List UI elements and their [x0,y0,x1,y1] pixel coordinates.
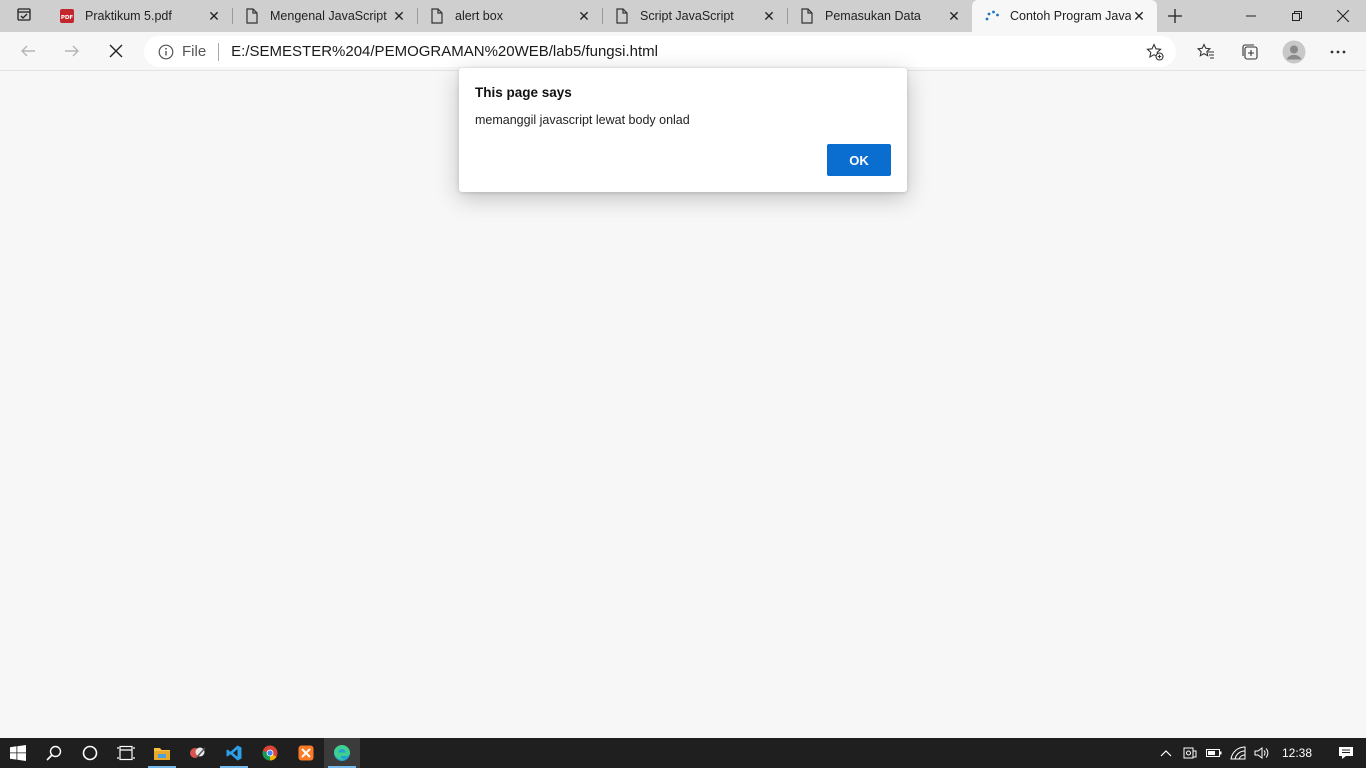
edge-icon [334,745,350,761]
speaker-icon [1254,747,1269,759]
tab-title: Mengenal JavaScript [270,9,387,23]
tab-praktikum-pdf[interactable]: PDF Praktikum 5.pdf ✕ [47,0,232,32]
device-icon [1183,747,1197,759]
vscode-icon [226,745,242,761]
close-tab-icon[interactable]: ✕ [576,8,592,24]
taskbar-apps [0,738,360,768]
show-hidden-icons-button[interactable] [1154,738,1178,768]
tab-script-javascript[interactable]: Script JavaScript ✕ [602,0,787,32]
tray-device-button[interactable] [1178,738,1202,768]
close-window-button[interactable] [1320,0,1366,32]
stop-loading-button[interactable] [94,33,138,69]
volume-button[interactable] [1250,738,1274,768]
collections-button[interactable] [1228,34,1272,70]
wifi-icon [1230,746,1246,760]
page-icon [429,8,445,24]
taskbar-xampp[interactable] [288,738,324,768]
alert-dialog: This page says memanggil javascript lewa… [459,68,907,192]
tab-actions-button[interactable] [0,0,47,32]
file-explorer-icon [154,748,170,760]
cortana-button[interactable] [72,738,108,768]
page-icon [244,8,260,24]
forward-arrow-icon [65,45,79,57]
close-icon [1337,10,1349,22]
minimize-icon [1246,15,1256,17]
snipping-icon [190,747,206,758]
settings-more-button[interactable] [1316,34,1360,70]
tab-title: Pemasukan Data [825,9,921,23]
back-arrow-icon [21,45,35,57]
tab-title: alert box [455,9,503,23]
tab-title: Contoh Program JavaScript [1010,9,1131,23]
tab-title: Praktikum 5.pdf [85,9,172,23]
info-icon[interactable] [158,44,174,60]
svg-text:PDF: PDF [61,15,74,21]
toolbar-right [1184,32,1366,71]
taskbar-edge[interactable] [324,738,360,768]
restore-button[interactable] [1274,0,1320,32]
url-text[interactable]: E:/SEMESTER%204/PEMOGRAMAN%20WEB/lab5/fu… [231,43,658,60]
tab-pemasukan-data[interactable]: Pemasukan Data ✕ [787,0,972,32]
page-icon [799,8,815,24]
dialog-title: This page says [475,85,572,100]
browser-toolbar: File E:/SEMESTER%204/PEMOGRAMAN%20WEB/la… [0,32,1366,71]
tab-mengenal-javascript[interactable]: Mengenal JavaScript ✕ [232,0,417,32]
back-button[interactable] [6,33,50,69]
url-scheme-label: File [182,43,207,60]
ok-button[interactable]: OK [827,144,891,176]
action-center-button[interactable] [1326,738,1366,768]
window-controls [1228,0,1366,32]
chevron-up-icon [1160,750,1172,757]
tab-actions-icon [16,6,32,27]
tab-contoh-program[interactable]: Contoh Program JavaScript ✕ [972,0,1157,32]
taskbar-chrome[interactable] [252,738,288,768]
restore-icon [1292,11,1302,21]
page-icon [614,8,630,24]
close-tab-icon[interactable]: ✕ [391,8,407,24]
network-button[interactable] [1226,738,1250,768]
clock[interactable]: 12:38 [1274,746,1326,760]
xampp-icon [298,745,314,761]
taskbar-vscode[interactable] [216,738,252,768]
stop-icon [109,44,123,58]
search-button[interactable] [36,738,72,768]
add-favorite-icon[interactable] [1146,43,1164,61]
forward-button[interactable] [50,33,94,69]
tab-title: Script JavaScript [640,9,734,23]
loading-icon [984,8,1000,24]
windows-start-icon [10,745,26,761]
divider [218,42,220,61]
start-button[interactable] [0,738,36,768]
close-tab-icon[interactable]: ✕ [761,8,777,24]
chrome-icon [262,745,278,761]
tab-alert-box[interactable]: alert box ✕ [417,0,602,32]
profile-button[interactable] [1272,34,1316,70]
cortana-icon [82,745,98,761]
system-tray: 12:38 [1154,738,1366,768]
collections-icon [1242,43,1258,60]
minimize-button[interactable] [1228,0,1274,32]
taskbar-snipping-tool[interactable] [180,738,216,768]
favorites-icon [1197,42,1214,59]
taskbar: 12:38 [0,738,1366,768]
avatar [1282,40,1306,63]
battery-icon [1205,749,1222,757]
search-icon [46,745,62,761]
dialog-message: memanggil javascript lewat body onlad [475,113,690,127]
close-tab-icon[interactable]: ✕ [946,8,962,24]
close-tab-icon[interactable]: ✕ [206,8,222,24]
battery-button[interactable] [1202,738,1226,768]
plus-icon [1168,3,1182,29]
task-view-icon [117,745,135,761]
tab-strip: PDF Praktikum 5.pdf ✕ Mengenal JavaScrip… [0,0,1366,32]
favorites-button[interactable] [1184,34,1228,70]
more-icon [1330,50,1346,53]
close-tab-icon[interactable]: ✕ [1131,8,1147,24]
address-bar[interactable]: File E:/SEMESTER%204/PEMOGRAMAN%20WEB/la… [144,36,1176,67]
task-view-button[interactable] [108,738,144,768]
taskbar-file-explorer[interactable] [144,738,180,768]
new-tab-button[interactable] [1157,0,1193,32]
pdf-icon: PDF [59,8,75,24]
notification-icon [1339,747,1353,759]
